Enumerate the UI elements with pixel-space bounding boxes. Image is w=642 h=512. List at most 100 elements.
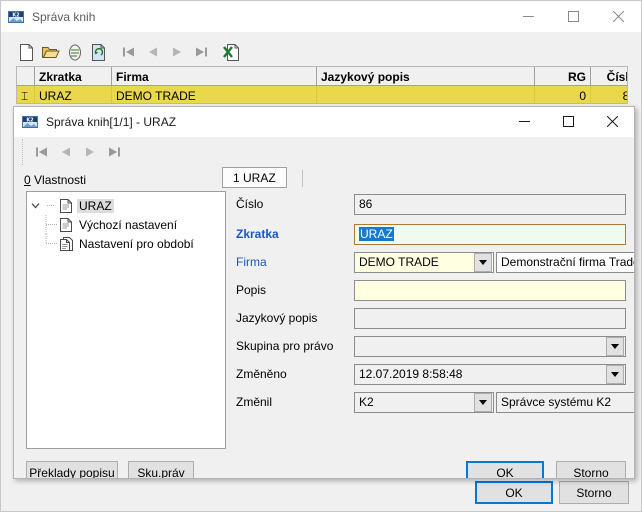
grid-header-zkratka[interactable]: Zkratka	[35, 67, 112, 86]
skupina-pro-pravo-combo[interactable]	[354, 335, 626, 357]
dialog-titlebar[interactable]: K2 Správa knih[1/1] - URAZ	[14, 107, 634, 137]
translations-button[interactable]: Překlady popisu	[26, 461, 118, 478]
chevron-down-icon[interactable]	[606, 336, 624, 356]
zmenil-description: Správce systému K2	[496, 391, 634, 413]
nav-next-icon[interactable]	[166, 41, 188, 63]
row-cell-zkratka[interactable]: URAZ	[35, 86, 112, 103]
nav-prev-icon[interactable]	[142, 41, 164, 63]
zmeneno-value: 12.07.2019 8:58:48	[359, 367, 463, 381]
tree-connector	[43, 215, 59, 234]
main-window: K2 Správa knih Zkratka Firma Jazykový po…	[0, 0, 642, 512]
tree-node-label[interactable]: URAZ	[77, 198, 114, 213]
export-excel-icon[interactable]	[220, 41, 242, 63]
tree-node-default-settings[interactable]: Výchozí nastavení	[27, 215, 225, 234]
books-grid[interactable]: Zkratka Firma Jazykový popis RG Číslo ⌶ …	[16, 66, 628, 104]
zkratka-input[interactable]: URAZ	[354, 223, 626, 245]
row-cell-rg[interactable]: 0	[535, 86, 591, 103]
refresh-document-icon[interactable]	[88, 41, 110, 63]
firma-combo[interactable]: DEMO TRADE	[354, 251, 494, 273]
grid-header-rg[interactable]: RG	[535, 67, 591, 86]
tab-uraz[interactable]: 1 URAZ	[222, 167, 287, 188]
grid-header-row: Zkratka Firma Jazykový popis RG Číslo	[17, 67, 627, 86]
nav-prev-icon[interactable]	[55, 141, 77, 163]
grid-header-firma[interactable]: Firma	[112, 67, 317, 86]
new-document-icon[interactable]	[16, 41, 38, 63]
dialog-caption-buttons	[502, 107, 634, 138]
label-cislo: Číslo	[236, 197, 264, 211]
maximize-icon[interactable]	[546, 107, 590, 137]
main-toolbar	[16, 39, 628, 65]
field-control-skupina-pro-pravo	[354, 335, 626, 357]
print-preview-icon[interactable]	[64, 41, 86, 63]
popis-input[interactable]	[354, 279, 626, 301]
main-window-titlebar[interactable]: K2 Správa knih	[1, 1, 641, 32]
label-zmeneno: Změněno	[236, 367, 287, 381]
firma-description: Demonstrační firma Trade,	[496, 251, 634, 273]
table-row[interactable]: ⌶ URAZ DEMO TRADE 0 86	[17, 86, 627, 103]
tab-divider	[302, 170, 303, 187]
field-row-cislo: Číslo 86	[236, 193, 626, 215]
properties-tree[interactable]: URAZ Výchozí nastavení Nastavení pro obd…	[26, 191, 226, 449]
nav-first-icon[interactable]	[31, 141, 53, 163]
field-control-zmenil: K2 Správce systému K2	[354, 391, 634, 413]
documents-icon	[59, 236, 73, 252]
book-form: Číslo 86 Zkratka URAZ Firma DEMO TRADE D…	[236, 193, 634, 478]
field-control-jazykovy-popis	[354, 307, 626, 329]
chevron-down-icon[interactable]	[474, 392, 492, 412]
close-icon[interactable]	[596, 1, 641, 32]
dialog-footer-left: Překlady popisu Sku.práv	[26, 461, 194, 478]
grid-header-indicator[interactable]	[17, 67, 35, 86]
dialog-cancel-button[interactable]: Storno	[556, 461, 626, 478]
main-ok-button[interactable]: OK	[475, 481, 553, 504]
properties-accelerator: 0	[24, 173, 31, 187]
row-cell-jazykovy-popis[interactable]	[317, 86, 535, 103]
field-control-cislo: 86	[354, 193, 626, 215]
row-cell-cislo[interactable]: 86	[591, 86, 627, 103]
rights-group-button[interactable]: Sku.práv	[128, 461, 194, 478]
field-row-zmeneno: Změněno 12.07.2019 8:58:48	[236, 363, 626, 385]
row-cell-firma[interactable]: DEMO TRADE	[112, 86, 317, 103]
field-row-skupina-pro-pravo: Skupina pro právo	[236, 335, 626, 357]
zmeneno-combo[interactable]: 12.07.2019 8:58:48	[354, 363, 626, 385]
field-row-zmenil: Změnil K2 Správce systému K2	[236, 391, 634, 413]
dialog-ok-button[interactable]: OK	[466, 461, 544, 478]
tree-connector	[43, 196, 59, 215]
row-indicator: ⌶	[17, 86, 35, 103]
open-folder-icon[interactable]	[40, 41, 62, 63]
zmenil-combo[interactable]: K2	[354, 391, 494, 413]
grid-header-jazykovy-popis[interactable]: Jazykový popis	[317, 67, 535, 86]
close-icon[interactable]	[590, 107, 634, 137]
maximize-icon[interactable]	[551, 1, 596, 32]
field-row-zkratka: Zkratka URAZ	[236, 223, 626, 245]
tree-node-root[interactable]: URAZ	[27, 196, 225, 215]
minimize-icon[interactable]	[502, 107, 546, 137]
jazykovy-popis-input[interactable]	[354, 307, 626, 329]
grid-header-cislo[interactable]: Číslo	[591, 67, 627, 86]
chevron-down-icon[interactable]	[27, 196, 43, 215]
nav-last-icon[interactable]	[190, 41, 212, 63]
nav-first-icon[interactable]	[118, 41, 140, 63]
chevron-down-icon[interactable]	[474, 252, 492, 272]
label-jazykovy-popis: Jazykový popis	[236, 311, 318, 325]
main-window-caption-buttons	[506, 1, 641, 32]
chevron-down-icon[interactable]	[606, 364, 624, 384]
tree-node-label[interactable]: Nastavení pro období	[77, 237, 196, 251]
label-skupina-pro-pravo: Skupina pro právo	[236, 339, 334, 353]
dialog-title: Správa knih[1/1] - URAZ	[46, 115, 177, 129]
tree-node-period-settings[interactable]: Nastavení pro období	[27, 234, 225, 253]
cislo-input[interactable]: 86	[354, 193, 626, 215]
tabstrip: 1 URAZ	[222, 167, 622, 189]
tree-node-label[interactable]: Výchozí nastavení	[77, 218, 179, 232]
main-cancel-button[interactable]: Storno	[559, 481, 629, 504]
firma-combo-value: DEMO TRADE	[359, 255, 439, 269]
minimize-icon[interactable]	[506, 1, 551, 32]
dialog-toolbar	[22, 139, 628, 165]
zmenil-value: K2	[359, 395, 374, 409]
label-zkratka: Zkratka	[236, 227, 279, 241]
nav-next-icon[interactable]	[79, 141, 101, 163]
dialog-footer-right: OK Storno	[466, 461, 626, 478]
nav-last-icon[interactable]	[103, 141, 125, 163]
svg-text:K2: K2	[12, 12, 20, 18]
